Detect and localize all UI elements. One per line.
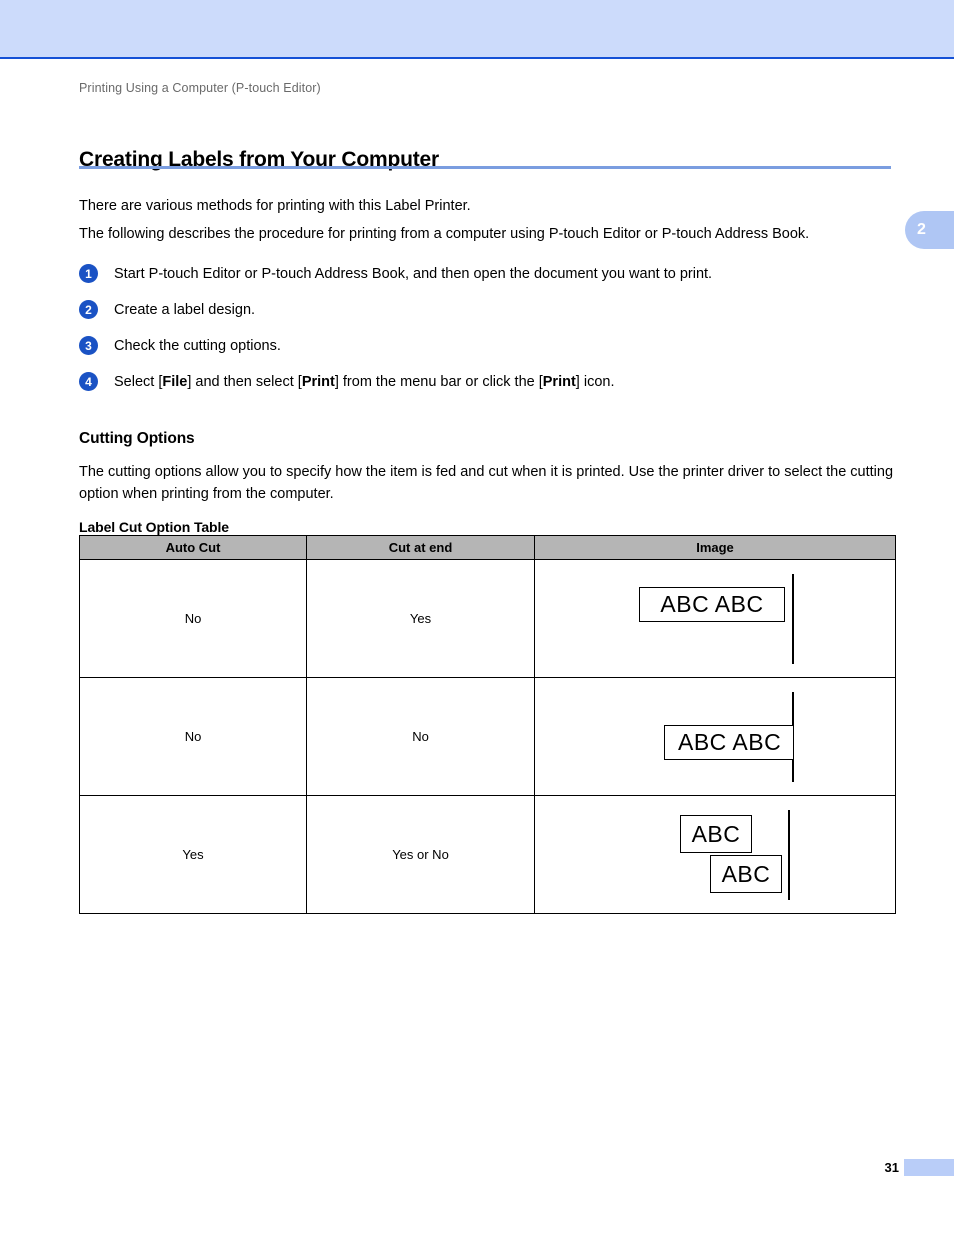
cell-cut-at-end: Yes or No (306, 795, 535, 914)
page-number: 31 (884, 1160, 899, 1175)
cell-cut-at-end: Yes (306, 559, 535, 678)
cell-image: ABC ABC (534, 795, 896, 914)
step-text: Select [File] and then select [Print] fr… (114, 372, 614, 392)
chapter-tab-number: 2 (917, 221, 926, 238)
step-number-badge: 1 (79, 264, 98, 283)
breadcrumb: Printing Using a Computer (P-touch Edito… (79, 81, 321, 95)
table-row: No No ABC ABC (79, 677, 896, 796)
header-band (0, 0, 954, 57)
step-text: Create a label design. (114, 302, 256, 318)
title-underline (79, 166, 891, 169)
cutting-options-heading: Cutting Options (79, 429, 195, 447)
step-text: Check the cutting options. (114, 338, 281, 354)
step-item-1: 1 Start P-touch Editor or P-touch Addres… (79, 264, 712, 284)
printed-label-chip: ABC (680, 815, 752, 853)
table-row: Yes Yes or No ABC ABC (79, 795, 896, 914)
step-number-badge: 2 (79, 300, 98, 319)
label-diagram-row-1: ABC ABC (535, 561, 893, 676)
step-text-part: ] icon. (575, 374, 615, 390)
printed-label-chip: ABC ABC (639, 587, 785, 622)
step-item-3: 3 Check the cutting options. (79, 336, 281, 356)
label-cut-option-table-heading: Label Cut Option Table (79, 519, 229, 535)
column-header-auto-cut: Auto Cut (79, 535, 307, 560)
cut-position-line (792, 574, 794, 664)
table-header: Auto Cut Cut at end Image (79, 535, 896, 560)
printed-label-chip: ABC (710, 855, 782, 893)
step-text: Start P-touch Editor or P-touch Address … (114, 266, 713, 282)
label-cut-option-table: Auto Cut Cut at end Image No Yes ABC ABC… (79, 535, 896, 914)
cell-image: ABC ABC (534, 677, 896, 796)
chapter-tab: 2 (905, 211, 954, 249)
cell-auto-cut: No (79, 559, 307, 678)
intro-paragraph-1: There are various methods for printing w… (79, 197, 471, 214)
cell-cut-at-end: No (306, 677, 535, 796)
step-text-part: Select [ (114, 374, 163, 390)
step-number-badge: 4 (79, 372, 98, 391)
cutting-options-description: The cutting options allow you to specify… (79, 463, 894, 502)
menu-ref-print-icon: Print (542, 374, 576, 390)
step-text-part: ] and then select [ (187, 374, 302, 390)
cell-auto-cut: No (79, 677, 307, 796)
menu-ref-file: File (162, 374, 188, 390)
step-text-part: ] from the menu bar or click the [ (334, 374, 543, 390)
step-item-4: 4 Select [File] and then select [Print] … (79, 372, 614, 392)
table-header-row: Auto Cut Cut at end Image (79, 535, 896, 560)
footer-bar (904, 1159, 954, 1176)
label-diagram-row-2: ABC ABC (535, 679, 893, 794)
cell-auto-cut: Yes (79, 795, 307, 914)
printed-label-chip: ABC ABC (664, 725, 793, 760)
step-number-badge: 3 (79, 336, 98, 355)
table-body: No Yes ABC ABC No No ABC ABC Yes Yes or … (79, 559, 896, 914)
label-diagram-row-3: ABC ABC (535, 797, 893, 912)
column-header-image: Image (534, 535, 896, 560)
step-item-2: 2 Create a label design. (79, 300, 255, 320)
column-header-cut-at-end: Cut at end (306, 535, 535, 560)
menu-ref-print: Print (301, 374, 335, 390)
cell-image: ABC ABC (534, 559, 896, 678)
printed-label-clip-region: ABC ABC (664, 725, 793, 760)
cut-position-line (788, 810, 790, 900)
table-row: No Yes ABC ABC (79, 559, 896, 678)
intro-paragraph-2: The following describes the procedure fo… (79, 225, 810, 242)
header-rule (0, 57, 954, 59)
